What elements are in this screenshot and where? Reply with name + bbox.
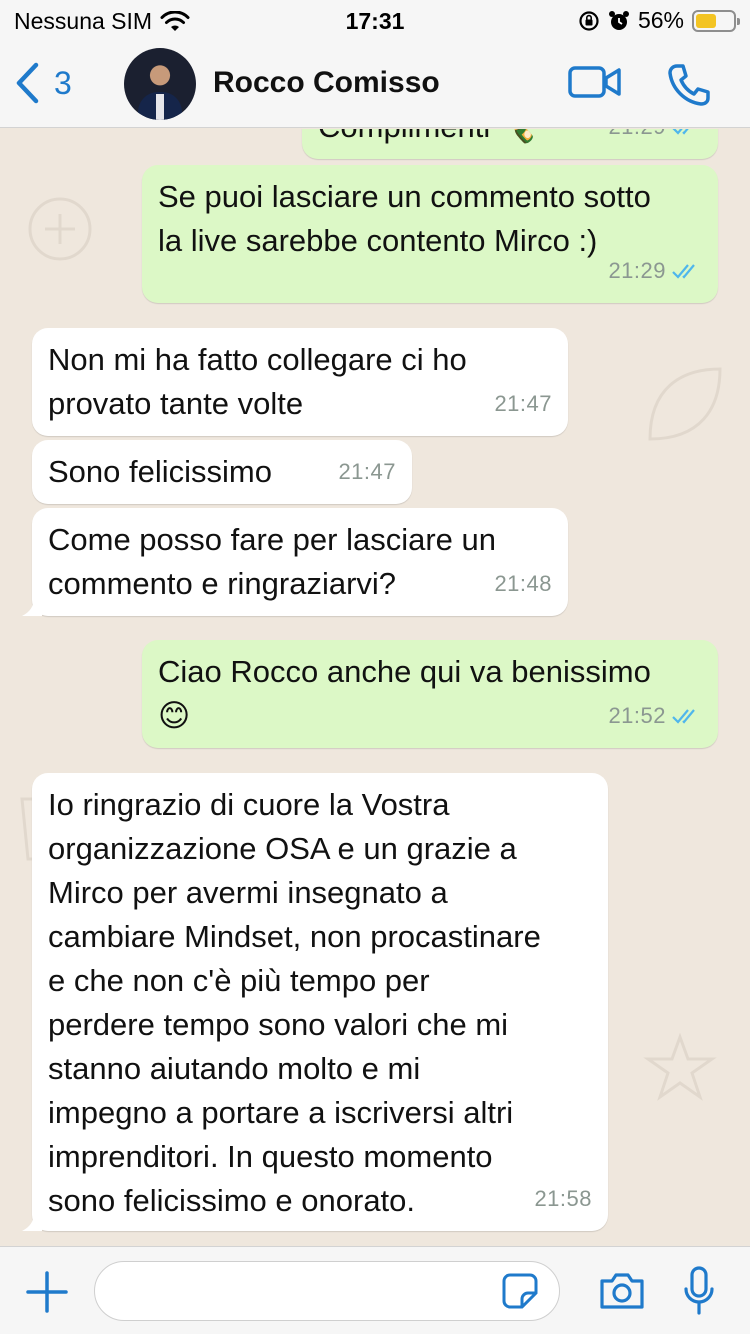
phone-icon[interactable] (666, 62, 712, 108)
message-bubble-incoming[interactable]: Io ringrazio di cuore la Vostra organizz… (22, 773, 608, 1231)
message-meta: 21:47 (338, 450, 396, 494)
battery-nub (737, 17, 740, 25)
input-bar (0, 1246, 750, 1334)
sticker-icon[interactable] (502, 1273, 538, 1309)
back-chevron-icon (16, 62, 39, 104)
read-ticks-icon (672, 709, 695, 724)
message-time: 21:47 (338, 459, 396, 484)
avatar[interactable] (124, 48, 196, 120)
message-text: Non mi ha fatto collegare ci ho provato … (48, 342, 467, 421)
plus-icon[interactable] (26, 1271, 68, 1313)
message-list[interactable]: Complimenti 🍾 21:29 Se puoi lasciare un … (0, 129, 750, 1246)
message-bubble-incoming[interactable]: Sono felicissimo 21:47 (32, 440, 412, 504)
message-meta: 21:29 (608, 129, 702, 149)
message-bubble-outgoing[interactable]: Complimenti 🍾 21:29 (302, 129, 718, 159)
message-meta: 21:47 (494, 382, 552, 426)
battery-percent: 56% (637, 7, 684, 33)
camera-icon[interactable] (598, 1271, 646, 1311)
message-time: 21:52 (608, 703, 666, 728)
message-time: 21:29 (608, 129, 666, 149)
wallpaper-doodle-icon (28, 197, 92, 261)
message-time: 21:47 (494, 391, 552, 416)
message-time: 21:48 (494, 571, 552, 596)
message-bubble-outgoing[interactable]: Ciao Rocco anche qui va benissimo 😊 21:5… (142, 640, 718, 748)
message-meta: 21:29 (608, 249, 702, 293)
bubble-tail (22, 598, 42, 616)
microphone-icon[interactable] (682, 1265, 716, 1317)
unread-count: 3 (54, 64, 72, 101)
message-time: 21:58 (534, 1186, 592, 1211)
message-meta: 21:52 (608, 694, 702, 738)
message-text: Io ringrazio di cuore la Vostra organizz… (48, 787, 541, 1218)
status-bar: Nessuna SIM 17:31 56% (0, 0, 750, 40)
chat-header: 3 Rocco Comisso (0, 40, 750, 128)
message-bubble-outgoing[interactable]: Se puoi lasciare un commento sotto la li… (142, 165, 718, 303)
read-ticks-icon (672, 264, 695, 279)
contact-name[interactable]: Rocco Comisso (213, 66, 440, 100)
avatar-shirt (156, 94, 164, 120)
status-right: 56% (578, 7, 740, 34)
message-input[interactable] (94, 1261, 560, 1321)
message-bubble-incoming[interactable]: Non mi ha fatto collegare ci ho provato … (32, 328, 568, 436)
message-bubble-incoming[interactable]: Come posso fare per lasciare un commento… (22, 508, 568, 616)
wallpaper-leaf-icon (648, 367, 722, 441)
bubble-tail (22, 1213, 42, 1231)
read-ticks-icon (672, 129, 689, 135)
alarm-icon (608, 10, 629, 30)
message-time: 21:29 (608, 258, 666, 283)
orientation-lock-icon (579, 10, 599, 31)
video-call-icon[interactable] (568, 62, 622, 102)
message-text: Come posso fare per lasciare un commento… (48, 522, 497, 601)
message-meta: 21:48 (494, 562, 552, 606)
message-meta: 21:58 (534, 1177, 592, 1221)
battery-fill (696, 13, 716, 28)
wallpaper-star-icon (643, 1032, 717, 1101)
back-button[interactable]: 3 (14, 62, 72, 104)
battery-icon (692, 9, 740, 32)
